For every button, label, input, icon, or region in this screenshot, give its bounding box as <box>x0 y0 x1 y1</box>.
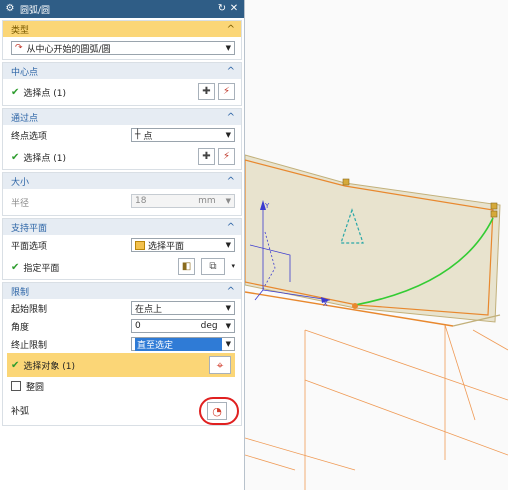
radius-value: 18 <box>135 196 147 206</box>
select-object-row[interactable]: ✔ 选择对象 (1) ⌖ <box>7 353 235 377</box>
full-circle-label[interactable]: 整圆 <box>26 380 235 393</box>
chevron-up-icon[interactable]: ^ <box>227 176 235 187</box>
check-icon: ✔ <box>11 86 20 98</box>
chevron-down-icon: ▼ <box>225 241 231 249</box>
crosshair-button[interactable]: ⌖ <box>209 356 231 374</box>
start-limit-dropdown[interactable]: 在点上 ▼ <box>131 301 235 315</box>
snap-point-icon: ⚡ <box>222 86 231 97</box>
end-limit-value: 直至选定 <box>135 337 222 351</box>
section-limits-header[interactable]: 限制 ^ <box>3 283 241 299</box>
plane-list-button[interactable]: ⧉ <box>201 258 225 275</box>
svg-text:X: X <box>323 300 328 308</box>
section-title: 类型 <box>11 25 30 36</box>
end-option-dropdown[interactable]: ┼ 点 ▼ <box>131 128 235 142</box>
angle-value: 0 <box>135 321 141 331</box>
end-limit-dropdown[interactable]: 直至选定 ▼ <box>131 337 235 351</box>
plane-dialog-button[interactable]: ◧ <box>178 258 195 275</box>
chevron-up-icon[interactable]: ^ <box>227 112 235 123</box>
chevron-down-icon: ▼ <box>225 131 231 139</box>
chevron-up-icon[interactable]: ^ <box>227 66 235 77</box>
section-type-header[interactable]: 类型 ^ <box>3 21 241 37</box>
chevron-up-icon[interactable]: ^ <box>227 24 235 35</box>
arc-icon: ↷ <box>15 43 23 53</box>
plane-list-icon: ⧉ <box>209 261 217 272</box>
graphics-viewport[interactable]: Y X <box>245 0 508 490</box>
chevron-up-icon[interactable]: ^ <box>227 286 235 297</box>
snap-point-icon: ⚡ <box>222 151 231 162</box>
plane-option-value: 选择平面 <box>148 241 185 252</box>
full-circle-checkbox[interactable] <box>11 381 21 391</box>
section-size-header[interactable]: 大小 ^ <box>3 173 241 189</box>
inferred-point-button[interactable]: ⚡ <box>218 148 235 165</box>
chevron-down-icon: ▼ <box>225 197 231 205</box>
angle-field[interactable]: 0 deg ▼ <box>131 319 235 333</box>
dialog-title: 圆弧/圆 <box>20 5 51 16</box>
reset-icon[interactable]: ↻ <box>216 0 228 18</box>
chevron-down-icon: ▼ <box>225 44 231 52</box>
section-type: 类型 ^ ↷ 从中心开始的圆弧/圆 ▼ <box>2 20 242 60</box>
point-constructor-icon: ✚ <box>202 151 211 162</box>
section-size: 大小 ^ 半径 18 mm ▼ <box>2 172 242 216</box>
start-limit-value: 在点上 <box>135 304 163 315</box>
radius-unit: mm <box>198 196 216 206</box>
chevron-down-icon: ▼ <box>225 322 231 330</box>
section-title: 限制 <box>11 287 30 298</box>
section-support-plane: 支持平面 ^ 平面选项 选择平面 ▼ ✔ 指定平面 ◧ ⧉ ▾ <box>2 218 242 280</box>
section-limits: 限制 ^ 起始限制 在点上 ▼ 角度 0 deg ▼ 终止限制 直至选定 ▼ ✔… <box>2 282 242 426</box>
radius-field: 18 mm ▼ <box>131 194 235 208</box>
section-title: 支持平面 <box>11 223 48 234</box>
type-value: 从中心开始的圆弧/圆 <box>26 44 111 55</box>
point-constructor-icon: ✚ <box>202 86 211 97</box>
point-handle[interactable] <box>490 202 498 210</box>
chevron-down-icon: ▼ <box>225 304 231 312</box>
point-dialog-button[interactable]: ✚ <box>198 83 215 100</box>
box-wireframe <box>245 324 508 490</box>
plane-tool-icon: ◧ <box>181 261 192 272</box>
arc-start-point[interactable] <box>352 303 358 309</box>
section-title: 大小 <box>11 177 30 188</box>
3d-scene: Y X <box>245 154 508 490</box>
inferred-point-button[interactable]: ⚡ <box>218 83 235 100</box>
close-icon[interactable]: ✕ <box>228 0 240 18</box>
section-through-point-header[interactable]: 通过点 ^ <box>3 109 241 125</box>
check-icon: ✔ <box>11 151 20 163</box>
annotation-circle <box>199 397 239 425</box>
point-handle[interactable] <box>342 178 350 186</box>
point-dialog-button[interactable]: ✚ <box>198 148 215 165</box>
angle-unit: deg <box>200 321 218 331</box>
section-title: 中心点 <box>11 67 39 78</box>
chevron-up-icon[interactable]: ^ <box>227 222 235 233</box>
type-dropdown[interactable]: ↷ 从中心开始的圆弧/圆 ▼ <box>11 41 235 55</box>
support-plane <box>245 154 501 327</box>
chevron-down-icon[interactable]: ▾ <box>231 262 235 270</box>
section-through-point: 通过点 ^ 终点选项 ┼ 点 ▼ ✔ 选择点 (1) ✚ ⚡ <box>2 108 242 170</box>
section-center-point: 中心点 ^ ✔ 选择点 (1) ✚ ⚡ <box>2 62 242 106</box>
plane-option-dropdown[interactable]: 选择平面 ▼ <box>131 238 235 252</box>
section-support-plane-header[interactable]: 支持平面 ^ <box>3 219 241 235</box>
plane-icon <box>135 240 145 250</box>
chevron-down-icon: ▼ <box>225 340 231 348</box>
check-icon: ✔ <box>11 359 20 371</box>
select-object-label[interactable]: 选择对象 (1) <box>23 359 229 372</box>
end-option-value: 点 <box>143 131 153 142</box>
arc-circle-dialog: ⚙ 圆弧/圆 ↻ ✕ 类型 ^ ↷ 从中心开始的圆弧/圆 ▼ 中心点 ^ ✔ 选… <box>0 0 245 490</box>
section-center-point-header[interactable]: 中心点 ^ <box>3 63 241 79</box>
section-title: 通过点 <box>11 113 39 124</box>
point-handle[interactable] <box>490 210 498 218</box>
dialog-title-bar: ⚙ 圆弧/圆 ↻ ✕ <box>0 0 244 18</box>
svg-text:Y: Y <box>264 202 270 210</box>
crosshair-icon: ⌖ <box>216 357 224 372</box>
gear-icon[interactable]: ⚙ <box>4 0 16 18</box>
check-icon: ✔ <box>11 261 20 273</box>
plus-icon: ┼ <box>135 130 141 140</box>
